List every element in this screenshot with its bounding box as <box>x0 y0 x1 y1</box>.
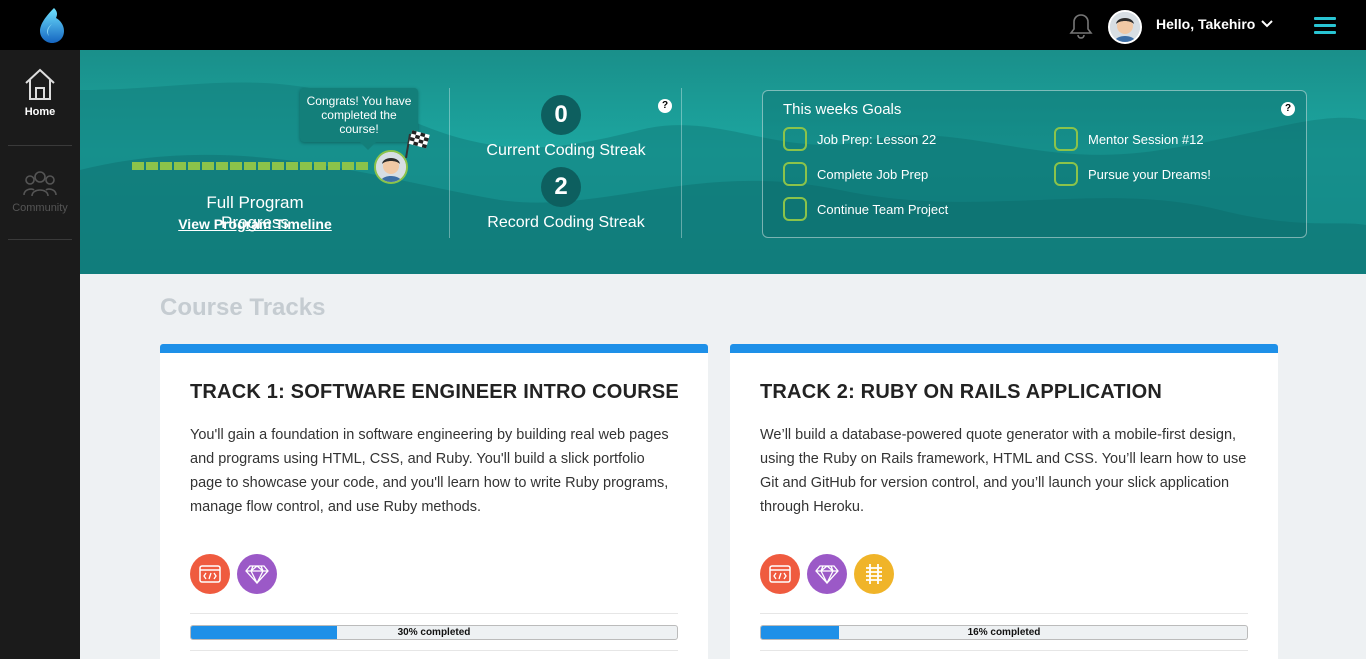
track-description: You'll gain a foundation in software eng… <box>190 427 669 515</box>
logo-icon[interactable] <box>36 6 68 44</box>
ruby-gem-icon <box>807 554 847 594</box>
code-icon <box>190 554 230 594</box>
goal-label: Continue Team Project <box>817 201 949 217</box>
view-program-timeline-link[interactable]: View Program Timeline <box>172 216 338 232</box>
progress-segment <box>132 162 144 170</box>
progress-segment <box>342 162 354 170</box>
greeting-text: Hello, Takehiro <box>1156 16 1256 32</box>
top-bar: Hello, Takehiro <box>0 0 1366 50</box>
course-tracks-title: Course Tracks <box>160 294 326 321</box>
card-divider <box>760 650 1248 651</box>
user-menu[interactable]: Hello, Takehiro <box>1156 16 1274 32</box>
track-badges <box>190 554 277 594</box>
current-streak-label: Current Coding Streak <box>486 142 646 159</box>
hamburger-icon[interactable] <box>1314 17 1336 35</box>
goal-checkbox[interactable] <box>783 127 807 151</box>
checkered-flag-icon <box>405 130 430 159</box>
bell-icon[interactable] <box>1069 13 1093 39</box>
goal-label: Mentor Session #12 <box>1088 131 1204 147</box>
goal-checkbox[interactable] <box>783 197 807 221</box>
goal-item[interactable]: Complete Job Prep <box>783 162 928 186</box>
sidebar-item-label: Home <box>24 106 56 118</box>
community-icon <box>23 171 57 197</box>
chevron-down-icon <box>1261 20 1274 28</box>
card-divider <box>190 613 678 614</box>
progress-segment <box>314 162 326 170</box>
rails-icon <box>854 554 894 594</box>
goal-item[interactable]: Pursue your Dreams! <box>1054 162 1211 186</box>
sidebar-item-community[interactable]: Community <box>0 168 80 214</box>
goal-checkbox[interactable] <box>783 162 807 186</box>
track-description: We’ll build a database-powered quote gen… <box>760 427 1247 515</box>
progress-segment <box>202 162 214 170</box>
weekly-goals-panel: This weeks Goals ? Job Prep: Lesson 22 C… <box>762 90 1307 238</box>
sidebar-item-home[interactable]: Home <box>0 66 80 118</box>
ruby-gem-icon <box>237 554 277 594</box>
progress-segment <box>216 162 228 170</box>
record-streak-value: 2 <box>541 167 581 207</box>
progress-segment <box>188 162 200 170</box>
track-badges <box>760 554 894 594</box>
congrats-tooltip: Congrats! You have completed the course! <box>300 88 418 150</box>
progress-segment <box>286 162 298 170</box>
progress-segment <box>146 162 158 170</box>
goal-checkbox[interactable] <box>1054 162 1078 186</box>
progress-segment <box>230 162 242 170</box>
hero-divider <box>449 88 450 238</box>
track-card-2[interactable]: TRACK 2: RUBY ON RAILS APPLICATION We’ll… <box>730 344 1278 659</box>
record-streak-label: Record Coding Streak <box>487 214 645 231</box>
goal-label: Job Prep: Lesson 22 <box>817 131 937 147</box>
streak-help-icon[interactable]: ? <box>658 99 672 113</box>
track-progress-bar: 30% completed <box>190 625 678 640</box>
home-icon <box>25 68 55 100</box>
progress-segment <box>258 162 270 170</box>
goal-item[interactable]: Job Prep: Lesson 22 <box>783 127 936 151</box>
goal-item[interactable]: Continue Team Project <box>783 197 948 221</box>
progress-avatar <box>374 150 408 184</box>
code-icon <box>760 554 800 594</box>
progress-segment <box>328 162 340 170</box>
goal-item[interactable]: Mentor Session #12 <box>1054 127 1204 151</box>
hero-divider <box>681 88 682 238</box>
progress-segment <box>174 162 186 170</box>
track-card-1[interactable]: TRACK 1: SOFTWARE ENGINEER INTRO COURSE … <box>160 344 708 659</box>
progress-segment <box>272 162 284 170</box>
progress-segment <box>160 162 172 170</box>
goal-checkbox[interactable] <box>1054 127 1078 151</box>
track-title[interactable]: TRACK 2: RUBY ON RAILS APPLICATION <box>760 381 1162 404</box>
sidebar: Home Community <box>0 50 80 659</box>
card-divider <box>190 650 678 651</box>
track-title[interactable]: TRACK 1: SOFTWARE ENGINEER INTRO COURSE <box>190 381 679 404</box>
goals-help-icon[interactable]: ? <box>1281 102 1295 116</box>
program-progress-track <box>132 162 368 170</box>
goal-label: Pursue your Dreams! <box>1088 166 1211 182</box>
track-progress-bar: 16% completed <box>760 625 1248 640</box>
dashboard-hero: Congrats! You have completed the course!… <box>80 50 1366 274</box>
progress-label: 30% completed <box>397 627 471 638</box>
goals-title: This weeks Goals <box>783 101 902 118</box>
sidebar-divider <box>8 145 72 146</box>
progress-segment <box>244 162 256 170</box>
current-streak-value: 0 <box>541 95 581 135</box>
card-divider <box>760 613 1248 614</box>
progress-label: 16% completed <box>967 627 1041 638</box>
sidebar-divider <box>8 239 72 240</box>
sidebar-item-label: Community <box>12 202 68 214</box>
progress-segment <box>300 162 312 170</box>
goal-label: Complete Job Prep <box>817 166 929 182</box>
user-avatar[interactable] <box>1108 10 1142 44</box>
progress-segment <box>356 162 368 170</box>
